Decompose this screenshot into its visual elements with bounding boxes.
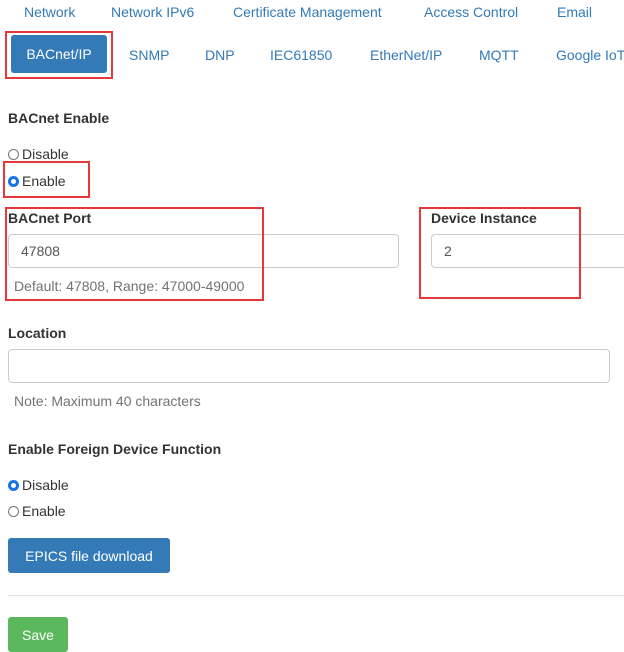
highlight-box-tab (5, 31, 113, 79)
tab-snmp[interactable]: SNMP (129, 47, 169, 63)
epics-download-label: EPICS file download (25, 547, 153, 564)
foreign-device-enable-option[interactable]: Enable (8, 503, 66, 519)
foreign-disable-label: Disable (22, 477, 69, 493)
location-input[interactable] (8, 349, 610, 383)
bacnet-disable-label: Disable (22, 146, 69, 162)
nav-certificate-management[interactable]: Certificate Management (233, 4, 382, 20)
bacnet-enable-disable-option[interactable]: Disable (8, 146, 69, 162)
nav-network[interactable]: Network (24, 4, 75, 20)
bacnet-enable-label: BACnet Enable (8, 110, 110, 126)
highlight-box-enable (3, 161, 90, 198)
tab-google-iot[interactable]: Google IoT (556, 47, 624, 63)
divider (8, 595, 624, 596)
nav-access-control[interactable]: Access Control (424, 4, 518, 20)
radio-disable-icon[interactable] (8, 148, 19, 160)
save-button[interactable]: Save (8, 617, 68, 652)
epics-download-button[interactable]: EPICS file download (8, 538, 170, 573)
tab-dnp[interactable]: DNP (205, 47, 235, 63)
foreign-device-label: Enable Foreign Device Function (8, 441, 222, 457)
tab-ethernet-ip[interactable]: EtherNet/IP (370, 47, 442, 63)
highlight-box-port (5, 207, 264, 301)
tab-mqtt[interactable]: MQTT (479, 47, 519, 63)
foreign-enable-label: Enable (22, 503, 66, 519)
location-label: Location (8, 325, 67, 341)
tab-iec61850[interactable]: IEC61850 (270, 47, 332, 63)
location-hint: Note: Maximum 40 characters (14, 393, 201, 409)
radio-disable-checked-icon[interactable] (8, 479, 19, 491)
highlight-box-device-instance (419, 207, 581, 299)
foreign-device-disable-option[interactable]: Disable (8, 477, 69, 493)
save-label: Save (22, 626, 54, 643)
radio-enable-icon[interactable] (8, 505, 19, 517)
nav-network-ipv6[interactable]: Network IPv6 (111, 4, 194, 20)
nav-email[interactable]: Email (557, 4, 592, 20)
